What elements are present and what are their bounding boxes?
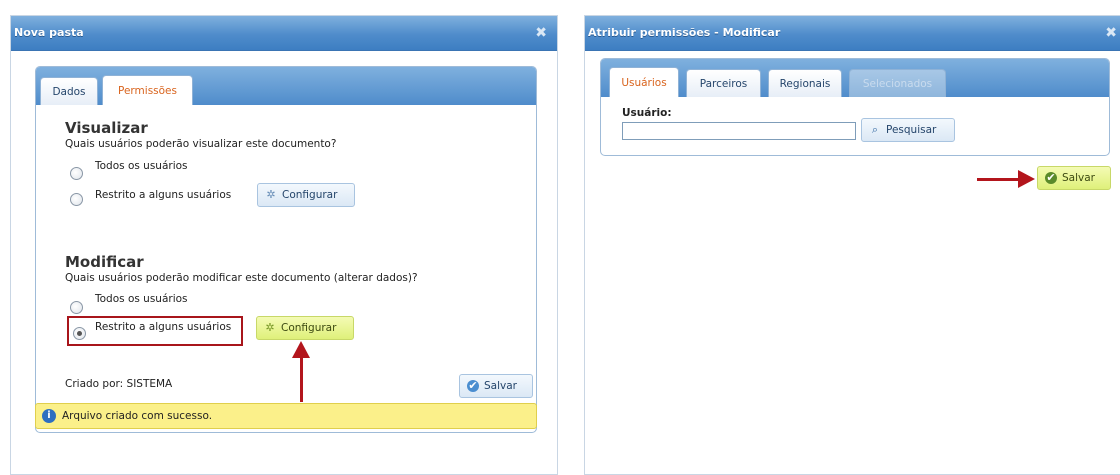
visualizar-option-restrito-label: Restrito a alguns usuários <box>95 189 232 201</box>
modificar-radio-restrito[interactable] <box>73 327 86 340</box>
save-label: Salvar <box>484 380 517 392</box>
dialog-titlebar[interactable]: Atribuir permissões - Modificar ✖ <box>585 16 1120 51</box>
dialog-titlebar[interactable]: Nova pasta ✖ <box>11 16 557 51</box>
tab-parceiros[interactable]: Parceiros <box>686 69 761 97</box>
modificar-option-todos-label: Todos os usuários <box>95 293 188 305</box>
dialog-title: Nova pasta <box>14 26 84 39</box>
check-circle-icon: ✔ <box>1045 171 1057 184</box>
new-folder-dialog: Nova pasta ✖ Dados Permissões Visualizar… <box>10 15 558 475</box>
assign-permissions-dialog: Atribuir permissões - Modificar ✖ Usuári… <box>584 15 1120 475</box>
tab-regionais[interactable]: Regionais <box>768 69 842 97</box>
tab-panel: Usuários Parceiros Regionais Selecionado… <box>600 58 1110 156</box>
visualizar-radio-restrito[interactable] <box>70 193 83 206</box>
dialog-title: Atribuir permissões - Modificar <box>588 26 781 39</box>
check-circle-icon: ✔ <box>467 379 479 392</box>
annotation-arrow-shaft <box>977 178 1019 181</box>
configure-label: Configurar <box>281 322 337 334</box>
search-label: Pesquisar <box>886 124 937 136</box>
user-label: Usuário: <box>622 107 672 119</box>
user-input[interactable] <box>622 122 856 140</box>
tab-strip: Usuários Parceiros Regionais Selecionado… <box>601 59 1109 97</box>
save-button[interactable]: ✔ Salvar <box>1037 166 1111 190</box>
success-message-text: Arquivo criado com sucesso. <box>62 410 213 422</box>
tab-selecionados: Selecionados <box>849 69 946 97</box>
annotation-arrow-head <box>1018 170 1035 188</box>
configure-label: Configurar <box>282 189 338 201</box>
tab-permissoes[interactable]: Permissões <box>102 75 193 105</box>
visualizar-heading: Visualizar <box>65 119 148 137</box>
close-icon[interactable]: ✖ <box>1105 16 1117 50</box>
annotation-arrow-shaft <box>300 356 303 402</box>
modificar-configure-button[interactable]: ✲ Configurar <box>256 316 354 340</box>
modificar-option-restrito-label: Restrito a alguns usuários <box>95 321 232 333</box>
close-icon[interactable]: ✖ <box>535 16 547 50</box>
success-message: i Arquivo criado com sucesso. <box>35 403 537 429</box>
search-icon: ⌕ <box>871 123 879 136</box>
modificar-question: Quais usuários poderão modificar este do… <box>65 272 418 284</box>
visualizar-configure-button[interactable]: ✲ Configurar <box>257 183 355 207</box>
visualizar-question: Quais usuários poderão visualizar este d… <box>65 138 337 150</box>
tab-usuarios[interactable]: Usuários <box>609 67 679 97</box>
annotation-arrow-head <box>292 341 310 358</box>
modificar-radio-todos[interactable] <box>70 301 83 314</box>
info-icon: i <box>42 409 56 423</box>
tab-dados[interactable]: Dados <box>40 77 98 105</box>
save-button[interactable]: ✔ Salvar <box>459 374 533 398</box>
save-label: Salvar <box>1062 172 1095 184</box>
visualizar-radio-todos[interactable] <box>70 167 83 180</box>
search-button[interactable]: ⌕ Pesquisar <box>861 118 955 142</box>
created-by-text: Criado por: SISTEMA <box>65 378 173 390</box>
tab-strip: Dados Permissões <box>36 67 536 105</box>
gear-icon: ✲ <box>265 321 275 334</box>
gear-icon: ✲ <box>266 188 276 201</box>
modificar-heading: Modificar <box>65 253 144 271</box>
visualizar-option-todos-label: Todos os usuários <box>95 160 188 172</box>
